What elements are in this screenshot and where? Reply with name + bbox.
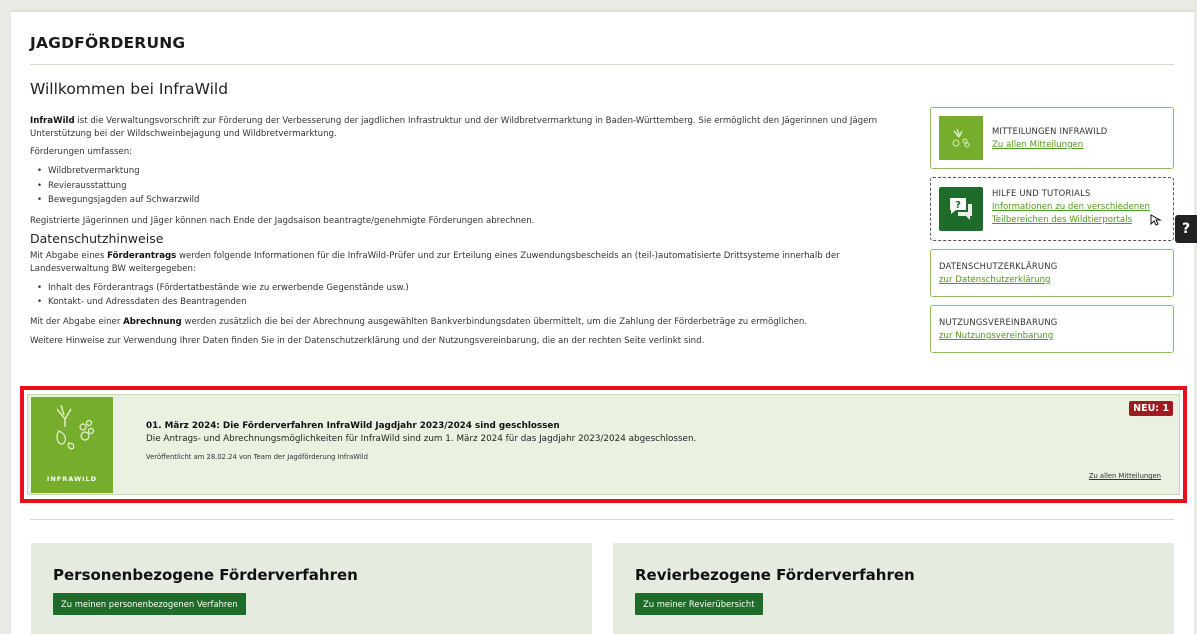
svg-text:?: ? — [955, 200, 961, 211]
funding-list: Wildbretvermarktung Revierausstattung Be… — [30, 164, 915, 208]
text-span: Mit Abgabe eines — [30, 250, 108, 261]
help-link-line2[interactable]: Teilbereichen des Wildtierportals — [992, 214, 1132, 227]
infrawild-news-logo: INFRAWILD — [31, 397, 113, 493]
news-title[interactable]: 01. März 2024: Die Förderverfahren Infra… — [146, 421, 560, 431]
list-item: Bewegungsjagden auf Schwarzwild — [37, 193, 915, 208]
privacy-heading: Datenschutzhinweise — [30, 230, 164, 246]
help-link-line1[interactable]: Informationen zu den verschiedenen — [992, 201, 1150, 214]
news-all-link[interactable]: Zu allen Mitteilungen — [1089, 472, 1161, 480]
district-procedures-panel: Revierbezogene Förderverfahren Zu meiner… — [613, 543, 1174, 634]
news-divider — [30, 519, 1174, 520]
help-tab-button[interactable]: ? — [1175, 215, 1197, 243]
intro-text: ist die Verwaltungsvorschrift zur Förder… — [30, 116, 878, 139]
news-text: Die Antrags- und Abrechnungsmöglichkeite… — [146, 434, 697, 444]
privacy-link[interactable]: zur Datenschutzerklärung — [939, 274, 1051, 287]
news-box: MITTEILUNGEN INFRAWILD Zu allen Mitteilu… — [930, 107, 1174, 169]
infrawild-logo-icon — [939, 116, 983, 160]
terms-box: NUTZUNGSVEREINBARUNG zur Nutzungsvereinb… — [930, 305, 1174, 353]
all-news-link[interactable]: Zu allen Mitteilungen — [992, 139, 1083, 152]
new-count-badge: NEU: 1 — [1129, 401, 1173, 416]
personal-procedures-panel: Personenbezogene Förderverfahren Zu mein… — [31, 543, 592, 634]
bold-term: Abrechnung — [123, 316, 182, 327]
page-container: JAGDFÖRDERUNG Willkommen bei InfraWild I… — [11, 10, 1194, 634]
list-item: Inhalt des Förderantrags (Fördertatbestä… — [37, 281, 915, 296]
news-item[interactable]: INFRAWILD 01. März 2024: Die Förderverfa… — [27, 394, 1180, 495]
help-box: ? HILFE UND TUTORIALS Informationen zu d… — [930, 177, 1174, 241]
intro-paragraph: InfraWild ist die Verwaltungsvorschrift … — [30, 115, 915, 141]
cursor-icon — [1149, 212, 1163, 231]
privacy-list: Inhalt des Förderantrags (Fördertatbestä… — [30, 281, 915, 310]
district-overview-button[interactable]: Zu meiner Revierübersicht — [635, 593, 763, 615]
help-tab-label: ? — [1181, 221, 1191, 237]
welcome-heading: Willkommen bei InfraWild — [30, 80, 229, 98]
infrawild-bold: InfraWild — [30, 116, 75, 126]
billing-note: Registrierte Jägerinnen und Jäger können… — [30, 215, 535, 226]
billing-privacy-paragraph: Mit der Abgabe einer Abrechnung werden z… — [30, 316, 915, 329]
text-span: Mit der Abgabe einer — [30, 316, 124, 327]
help-box-title: HILFE UND TUTORIALS — [992, 188, 1091, 198]
terms-link[interactable]: zur Nutzungsvereinbarung — [939, 330, 1053, 343]
privacy-box: DATENSCHUTZERKLÄRUNG zur Datenschutzerkl… — [930, 249, 1174, 297]
paw-antler-icon — [56, 404, 95, 450]
terms-box-title: NUTZUNGSVEREINBARUNG — [939, 317, 1058, 327]
news-logo-label: INFRAWILD — [46, 475, 98, 483]
personal-procedures-title: Personenbezogene Förderverfahren — [53, 566, 358, 584]
intro-content: InfraWild ist die Verwaltungsvorschrift … — [30, 115, 915, 348]
district-procedures-title: Revierbezogene Förderverfahren — [635, 566, 915, 584]
privacy-paragraph: Mit Abgabe eines Förderantrags werden fo… — [30, 250, 915, 276]
text-span: werden zusätzlich die bei der Abrechnung… — [181, 316, 808, 327]
list-item: Revierausstattung — [37, 179, 915, 194]
page-title: JAGDFÖRDERUNG — [30, 34, 186, 52]
personal-procedures-button[interactable]: Zu meinen personenbezogenen Verfahren — [53, 593, 246, 615]
news-box-title: MITTEILUNGEN INFRAWILD — [992, 126, 1108, 136]
further-info: Weitere Hinweise zur Verwendung Ihrer Da… — [30, 335, 705, 346]
funding-intro: Förderungen umfassen: — [30, 147, 133, 157]
list-item: Kontakt- und Adressdaten des Beantragend… — [37, 295, 915, 310]
bold-term: Förderantrags — [107, 250, 177, 261]
privacy-box-title: DATENSCHUTZERKLÄRUNG — [939, 261, 1058, 271]
chat-help-icon: ? — [939, 187, 983, 231]
news-meta: Veröffentlicht am 28.02.24 von Team der … — [146, 453, 368, 461]
title-divider — [30, 64, 1174, 65]
list-item: Wildbretvermarktung — [37, 164, 915, 179]
